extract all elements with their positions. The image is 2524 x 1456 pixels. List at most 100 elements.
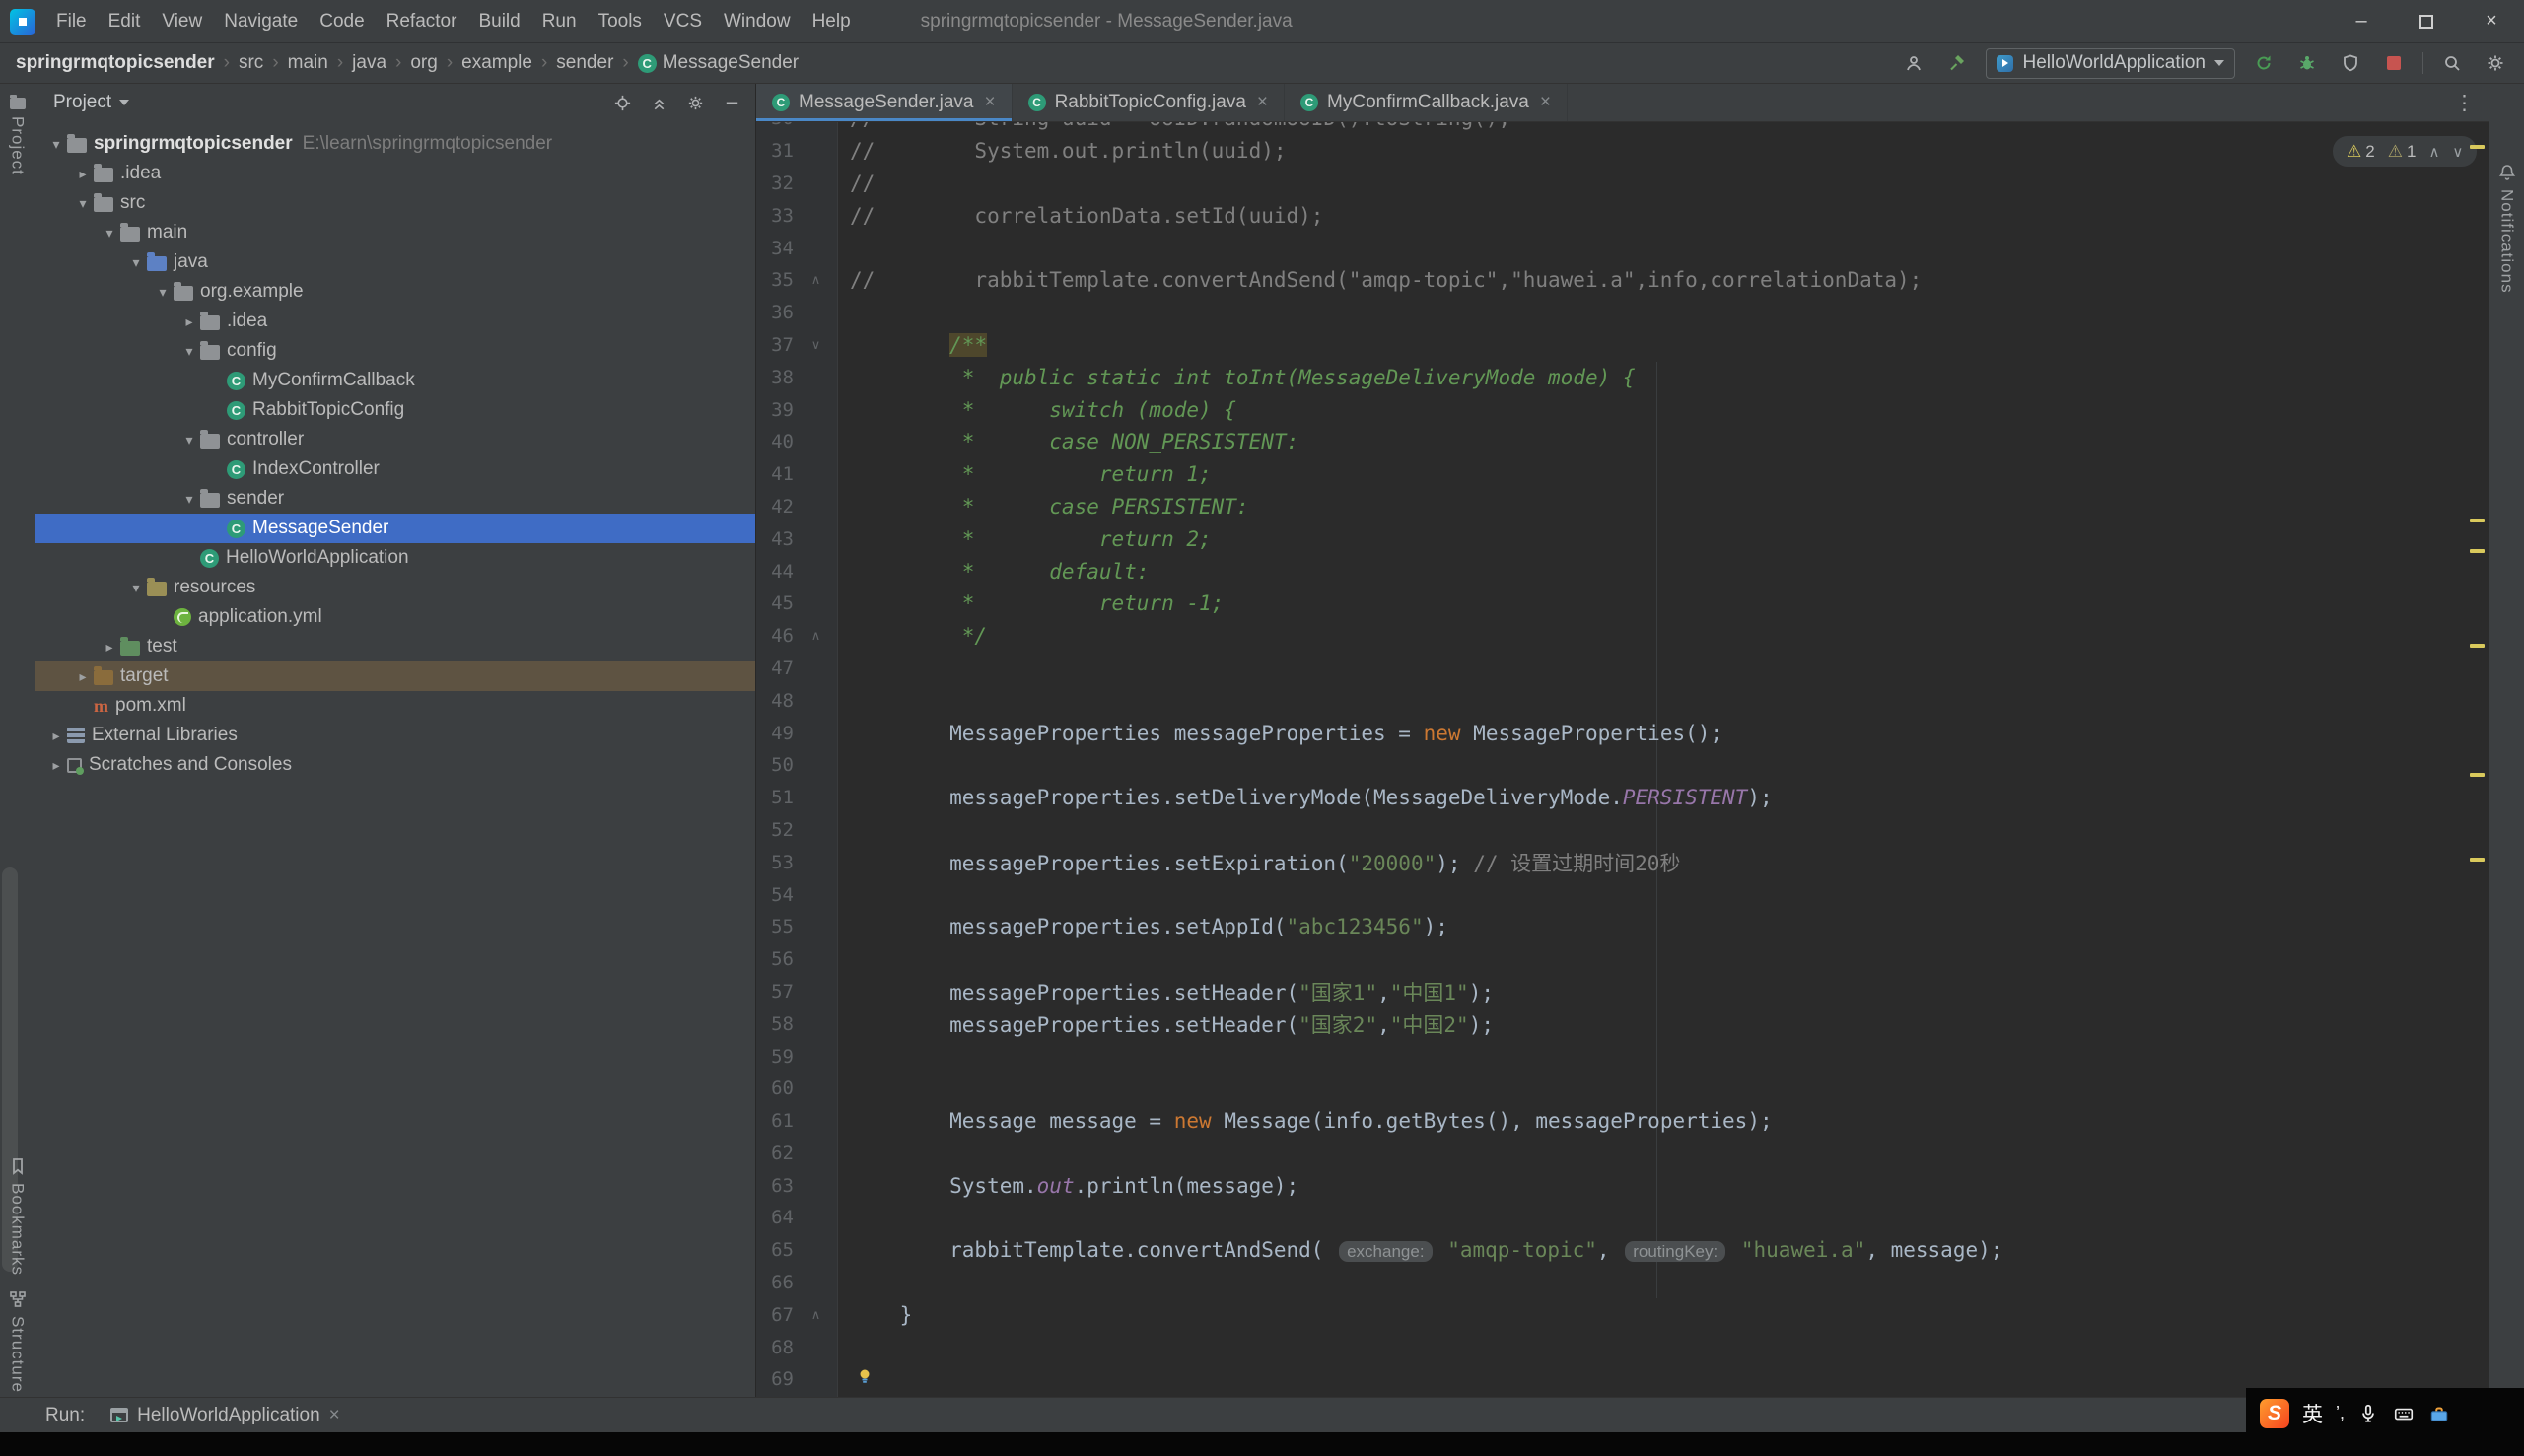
chevron-icon[interactable]: ▾: [178, 432, 200, 449]
breadcrumb-item[interactable]: C MessageSender: [637, 52, 799, 74]
fold-icon[interactable]: ∧: [794, 628, 838, 644]
chevron-icon[interactable]: ▸: [72, 166, 94, 182]
code-line[interactable]: 37 ∨ /**: [756, 329, 2467, 362]
line-number[interactable]: 37: [756, 334, 794, 356]
tree-item[interactable]: C IndexController: [35, 454, 755, 484]
menu-item-run[interactable]: Run: [531, 0, 588, 42]
code-line[interactable]: 43 * return 2;: [756, 522, 2467, 555]
code-line[interactable]: 36: [756, 297, 2467, 329]
chevron-icon[interactable]: ▾: [45, 136, 67, 153]
code-line[interactable]: 56: [756, 943, 2467, 976]
tree-item[interactable]: C MyConfirmCallback: [35, 366, 755, 395]
weak-warnings-indicator[interactable]: ⚠ 1: [2388, 142, 2417, 162]
tree-item[interactable]: application.yml: [35, 602, 755, 632]
line-number[interactable]: 53: [756, 852, 794, 873]
code-line[interactable]: 62: [756, 1138, 2467, 1170]
line-number[interactable]: 49: [756, 723, 794, 744]
tool-button-project[interactable]: Project: [8, 84, 28, 175]
menu-item-help[interactable]: Help: [802, 0, 862, 42]
menu-item-file[interactable]: File: [45, 0, 98, 42]
code-line[interactable]: 58 messageProperties.setHeader("国家2","中国…: [756, 1007, 2467, 1040]
fold-icon[interactable]: ∧: [794, 1307, 838, 1323]
tree-item[interactable]: ▸ .idea: [35, 159, 755, 188]
code-line[interactable]: 45 * return -1;: [756, 588, 2467, 620]
line-number[interactable]: 61: [756, 1110, 794, 1132]
breadcrumb-item[interactable]: sender: [556, 52, 613, 74]
chevron-icon[interactable]: ▾: [72, 195, 94, 212]
fold-icon[interactable]: ∨: [794, 337, 838, 353]
sogou-logo-icon[interactable]: S: [2260, 1398, 2289, 1428]
chevron-icon[interactable]: ▾: [178, 343, 200, 360]
line-number[interactable]: 50: [756, 754, 794, 776]
line-number[interactable]: 32: [756, 173, 794, 194]
code-line[interactable]: 47: [756, 653, 2467, 685]
code-line[interactable]: 68: [756, 1331, 2467, 1363]
editor[interactable]: 30// String uuid = UUID.randomUUID().toS…: [756, 122, 2467, 1397]
code-line[interactable]: 48: [756, 684, 2467, 717]
tree-item[interactable]: ▾ main: [35, 218, 755, 247]
search-icon[interactable]: [2437, 48, 2467, 78]
code-line[interactable]: 61 Message message = new Message(info.ge…: [756, 1105, 2467, 1138]
code-line[interactable]: 42 * case PERSISTENT:: [756, 491, 2467, 523]
build-hammer-icon[interactable]: [1942, 48, 1972, 78]
tree-item[interactable]: C MessageSender: [35, 514, 755, 543]
code-line[interactable]: 69: [756, 1363, 2467, 1396]
code-line[interactable]: 67 ∧ }: [756, 1298, 2467, 1331]
line-number[interactable]: 65: [756, 1239, 794, 1261]
menu-item-navigate[interactable]: Navigate: [213, 0, 309, 42]
chevron-down-icon[interactable]: [119, 100, 130, 105]
breadcrumb-item[interactable]: main: [288, 52, 328, 74]
locate-icon[interactable]: [613, 94, 632, 112]
code-line[interactable]: 41 * return 1;: [756, 458, 2467, 491]
windows-taskbar[interactable]: [0, 1432, 2524, 1456]
collapse-all-icon[interactable]: [650, 94, 668, 112]
close-icon[interactable]: ×: [329, 1405, 340, 1426]
menu-item-code[interactable]: Code: [309, 0, 375, 42]
code-line[interactable]: 31// System.out.println(uuid);: [756, 135, 2467, 168]
chevron-icon[interactable]: ▾: [99, 225, 120, 242]
fold-icon[interactable]: ∧: [794, 272, 838, 288]
chevron-icon[interactable]: ▸: [99, 639, 120, 656]
code-line[interactable]: 63 System.out.println(message);: [756, 1169, 2467, 1202]
tree-item[interactable]: ▾ springrmqtopicsender E:\learn\springrmqt…: [35, 129, 755, 159]
line-number[interactable]: 42: [756, 496, 794, 518]
code-line[interactable]: 33// correlationData.setId(uuid);: [756, 199, 2467, 232]
stripe-mark-icon[interactable]: [2470, 519, 2485, 522]
line-number[interactable]: 43: [756, 528, 794, 550]
line-number[interactable]: 66: [756, 1272, 794, 1293]
microphone-icon[interactable]: [2357, 1403, 2379, 1424]
line-number[interactable]: 68: [756, 1337, 794, 1358]
error-stripe[interactable]: [2467, 122, 2489, 1397]
line-number[interactable]: 30: [756, 122, 794, 129]
line-number[interactable]: 36: [756, 302, 794, 323]
line-number[interactable]: 56: [756, 948, 794, 970]
close-icon[interactable]: ×: [2459, 0, 2524, 42]
code-line[interactable]: 30// String uuid = UUID.randomUUID().toS…: [756, 122, 2467, 135]
tree-item[interactable]: ▾ src: [35, 188, 755, 218]
close-icon[interactable]: ×: [984, 92, 995, 113]
chevron-icon[interactable]: ▸: [45, 728, 67, 744]
menu-item-refactor[interactable]: Refactor: [376, 0, 468, 42]
code-line[interactable]: 51 messageProperties.setDeliveryMode(Mes…: [756, 782, 2467, 814]
tree-item[interactable]: C HelloWorldApplication: [35, 543, 755, 573]
tree-item[interactable]: m pom.xml: [35, 691, 755, 721]
minimize-icon[interactable]: –: [2329, 0, 2394, 42]
breadcrumb-item[interactable]: springrmqtopicsender: [16, 52, 215, 74]
menu-item-edit[interactable]: Edit: [98, 0, 152, 42]
line-number[interactable]: 51: [756, 787, 794, 808]
ime-language-toggle[interactable]: 英: [2302, 1399, 2323, 1428]
stripe-mark-icon[interactable]: [2470, 773, 2485, 777]
tab-options-icon[interactable]: ⋮: [2454, 91, 2475, 115]
breadcrumb-item[interactable]: example: [461, 52, 532, 74]
tree-item[interactable]: ▸ target: [35, 661, 755, 691]
code-line[interactable]: 66: [756, 1267, 2467, 1299]
code-line[interactable]: 34: [756, 232, 2467, 264]
chevron-icon[interactable]: ▸: [45, 757, 67, 774]
code-line[interactable]: 54: [756, 878, 2467, 911]
line-number[interactable]: 59: [756, 1046, 794, 1068]
editor-tab[interactable]: C RabbitTopicConfig.java ×: [1013, 84, 1286, 121]
code-line[interactable]: 32//: [756, 168, 2467, 200]
scrollbar-thumb[interactable]: [2, 867, 18, 1272]
code-line[interactable]: 55 messageProperties.setAppId("abc123456…: [756, 911, 2467, 943]
code-line[interactable]: 38 * public static int toInt(MessageDeli…: [756, 361, 2467, 393]
